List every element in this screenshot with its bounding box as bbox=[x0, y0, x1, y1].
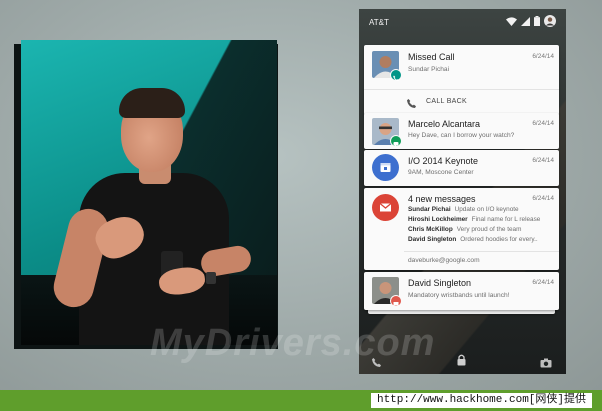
user-avatar-icon[interactable] bbox=[544, 15, 556, 27]
message-line: Chris McKillop Very proud of the team bbox=[408, 226, 554, 233]
notification-time: 6/24/14 bbox=[532, 120, 554, 127]
presenter-video bbox=[21, 40, 277, 345]
watermark: MyDrivers.com bbox=[150, 322, 436, 364]
phone-badge-icon bbox=[390, 69, 402, 82]
notification-time: 6/24/14 bbox=[532, 157, 554, 164]
call-back-button[interactable]: CALL BACK bbox=[404, 91, 524, 113]
notification-subtitle: Sundar Pichai bbox=[408, 66, 450, 73]
message-subject: Update on I/O keynote bbox=[454, 206, 519, 213]
notification-title: 4 new messages bbox=[408, 194, 476, 204]
message-sender: Hiroshi Lockheimer bbox=[408, 216, 468, 223]
call-back-label: CALL BACK bbox=[426, 98, 467, 105]
notification-subtitle: 9AM, Moscone Center bbox=[408, 169, 474, 176]
message-subject: Ordered hoodies for every.. bbox=[460, 236, 538, 243]
notification-title: Marcelo Alcantara bbox=[408, 119, 481, 129]
notification-sms[interactable]: David Singleton Mandatory wristbands unt… bbox=[364, 272, 559, 310]
message-sender: Chris McKillop bbox=[408, 226, 453, 233]
camera-icon[interactable] bbox=[540, 355, 552, 373]
notification-gmail[interactable]: 4 new messages 6/24/14 Sundar Pichai Upda… bbox=[364, 188, 559, 270]
account-email: daveburke@google.com bbox=[408, 257, 480, 264]
hangouts-badge-icon bbox=[390, 135, 402, 147]
wifi-icon bbox=[506, 16, 517, 26]
message-line: David Singleton Ordered hoodies for every… bbox=[408, 236, 554, 243]
notification-title: I/O 2014 Keynote bbox=[408, 156, 479, 166]
message-line: Hiroshi Lockheimer Final name for L relea… bbox=[408, 216, 554, 223]
lock-icon[interactable] bbox=[456, 353, 467, 371]
notification-subtitle: Mandatory wristbands until launch! bbox=[408, 292, 510, 299]
status-bar: AT&T bbox=[359, 9, 566, 37]
signal-icon bbox=[521, 16, 530, 26]
notification-time: 6/24/14 bbox=[532, 279, 554, 286]
phone-icon bbox=[406, 96, 417, 114]
notification-time: 6/24/14 bbox=[532, 195, 554, 202]
card-divider bbox=[404, 251, 559, 252]
status-icons bbox=[506, 15, 556, 27]
notification-hangouts[interactable]: Marcelo Alcantara Hey Dave, can I borrow… bbox=[364, 113, 559, 149]
notification-title: David Singleton bbox=[408, 278, 472, 288]
calendar-icon bbox=[372, 154, 399, 181]
source-credit[interactable]: http://www.hackhome.com[网侠]提供 bbox=[370, 393, 592, 408]
wrist-watch bbox=[206, 272, 216, 284]
battery-icon bbox=[534, 16, 540, 26]
message-line: Sundar Pichai Update on I/O keynote bbox=[408, 206, 554, 213]
message-badge-icon bbox=[390, 295, 402, 307]
message-sender: Sundar Pichai bbox=[408, 206, 451, 213]
notification-title: Missed Call bbox=[408, 52, 455, 62]
message-subject: Very proud of the team bbox=[456, 226, 522, 233]
carrier-label: AT&T bbox=[369, 18, 389, 27]
footer-bar: http://www.hackhome.com[网侠]提供 bbox=[0, 390, 602, 411]
message-sender: David Singleton bbox=[408, 236, 457, 243]
android-lockscreen: AT&T Missed Call Sundar Pichai 6/24/14 C… bbox=[359, 9, 566, 374]
notification-calendar[interactable]: I/O 2014 Keynote 9AM, Moscone Center 6/2… bbox=[364, 150, 559, 186]
card-divider bbox=[364, 89, 559, 90]
notification-time: 6/24/14 bbox=[532, 53, 554, 60]
gmail-icon bbox=[372, 194, 399, 221]
notification-missed-call[interactable]: Missed Call Sundar Pichai 6/24/14 CALL B… bbox=[364, 45, 559, 115]
presenter bbox=[49, 68, 261, 345]
presenter-hair bbox=[119, 88, 185, 118]
notification-subtitle: Hey Dave, can I borrow your watch? bbox=[408, 132, 515, 139]
keynote-stage: AT&T Missed Call Sundar Pichai 6/24/14 C… bbox=[0, 0, 602, 390]
message-subject: Final name for L release bbox=[471, 216, 541, 223]
